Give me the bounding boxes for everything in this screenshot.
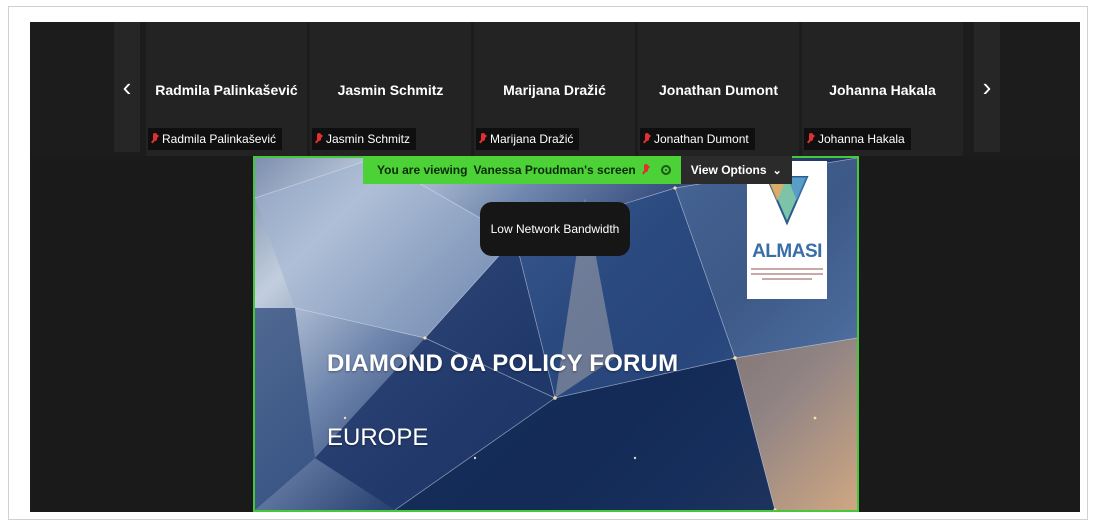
next-participants-button[interactable]: ›	[974, 22, 1000, 152]
participant-label-text: Johanna Hakala	[818, 132, 905, 146]
participant-label: Johanna Hakala	[804, 128, 911, 150]
participant-label: Radmila Palinkašević	[148, 128, 283, 150]
participant-strip: ‹ Radmila Palinkašević Radmila Palinkaše…	[30, 22, 1080, 156]
participant-label-text: Marijana Dražić	[490, 132, 574, 146]
low-bandwidth-notice: Low Network Bandwidth	[480, 202, 630, 256]
screen-share-banner: You are viewing Vanessa Proudman's scree…	[363, 156, 792, 184]
logo-tagline	[751, 265, 823, 287]
participant-tile[interactable]: Jonathan Dumont Jonathan Dumont	[638, 22, 799, 156]
logo-text: ALMASI	[752, 241, 822, 262]
viewing-prefix: You are viewing	[377, 163, 468, 177]
participant-label-text: Radmila Palinkašević	[162, 132, 277, 146]
participant-tile[interactable]: Jasmin Schmitz Jasmin Schmitz	[310, 22, 471, 156]
record-icon	[660, 165, 671, 175]
participant-label: Jonathan Dumont	[640, 128, 755, 150]
participant-name: Jasmin Schmitz	[337, 82, 444, 98]
view-options-label: View Options	[690, 163, 767, 177]
chevron-left-icon: ‹	[122, 71, 132, 102]
participant-name: Jonathan Dumont	[659, 82, 778, 98]
participant-name: Johanna Hakala	[829, 82, 936, 98]
participant-label-text: Jonathan Dumont	[654, 132, 749, 146]
participant-tile[interactable]: Radmila Palinkašević Radmila Palinkaševi…	[146, 22, 307, 156]
participant-label-text: Jasmin Schmitz	[326, 132, 411, 146]
view-options-button[interactable]: View Options ⌄	[680, 156, 792, 184]
participant-name: Radmila Palinkašević	[155, 82, 298, 98]
muted-mic-icon	[643, 133, 651, 145]
participant-label: Jasmin Schmitz	[312, 128, 417, 150]
participant-name: Marijana Dražić	[503, 82, 606, 98]
chevron-right-icon: ›	[982, 71, 992, 102]
participant-tile[interactable]: Marijana Dražić Marijana Dražić	[474, 22, 635, 156]
prev-participants-button[interactable]: ‹	[114, 22, 140, 152]
muted-mic-icon	[315, 133, 323, 145]
participant-label: Marijana Dražić	[476, 128, 580, 150]
muted-mic-icon	[642, 164, 650, 176]
slide-subtitle: EUROPE	[327, 424, 429, 451]
slide-title: DIAMOND OA POLICY FORUM	[327, 350, 679, 377]
muted-mic-icon	[479, 133, 487, 145]
viewing-indicator: You are viewing Vanessa Proudman's scree…	[363, 156, 681, 184]
chevron-down-icon: ⌄	[772, 164, 782, 177]
meeting-app: ‹ Radmila Palinkašević Radmila Palinkaše…	[30, 22, 1080, 512]
participant-tile[interactable]: Johanna Hakala Johanna Hakala	[802, 22, 963, 156]
viewing-subject: Vanessa Proudman's screen	[473, 163, 636, 177]
muted-mic-icon	[151, 133, 159, 145]
muted-mic-icon	[807, 133, 815, 145]
